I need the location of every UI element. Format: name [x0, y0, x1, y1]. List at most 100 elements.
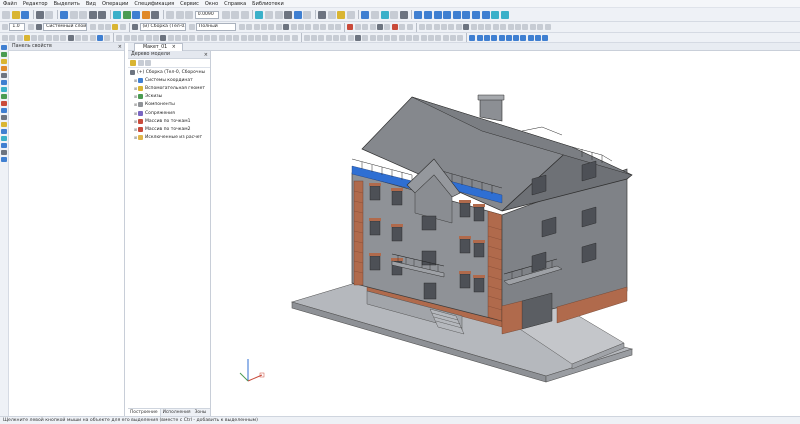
sketch-5-icon[interactable]: [268, 24, 275, 30]
panel-close-icon[interactable]: ×: [118, 43, 122, 51]
sketch-11-icon[interactable]: [312, 24, 319, 30]
assembly-combo[interactable]: (и) Сборка (Тел-0...: [139, 23, 186, 31]
op-33-icon[interactable]: [240, 34, 247, 41]
layer-highlight-icon[interactable]: [112, 24, 119, 30]
op-7-icon[interactable]: [45, 34, 52, 41]
tool-select-icon[interactable]: [1, 87, 7, 92]
dimension-6-icon[interactable]: [384, 24, 391, 30]
op-62-icon[interactable]: [457, 34, 464, 41]
op-2-icon[interactable]: [9, 34, 16, 41]
tool-pipe-icon[interactable]: [1, 136, 7, 141]
sketch-1-icon[interactable]: [238, 24, 245, 30]
op-71-icon[interactable]: [527, 34, 534, 41]
op-42-icon[interactable]: [311, 34, 318, 41]
op-1-icon[interactable]: [2, 34, 8, 41]
dimension-8-icon[interactable]: [399, 24, 406, 30]
tool-spec-icon[interactable]: [1, 94, 7, 99]
zoom-window-icon[interactable]: [185, 10, 194, 19]
op-10-icon[interactable]: [67, 34, 74, 41]
properties-icon[interactable]: [399, 10, 408, 19]
preview-icon[interactable]: [45, 10, 54, 19]
model-viewport[interactable]: [212, 51, 800, 416]
op-12-icon[interactable]: [82, 34, 89, 41]
menu-select[interactable]: Выделить: [54, 1, 80, 7]
menu-libraries[interactable]: Библиотеки: [252, 1, 284, 7]
tree-item[interactable]: ⊞ Вспомогательная геомет: [128, 84, 210, 92]
solid-3-icon[interactable]: [433, 10, 442, 19]
shaded-edges-icon[interactable]: [293, 10, 302, 19]
hidden-lines-icon[interactable]: [274, 10, 283, 19]
tree-root[interactable]: (+) Сборка (Тел-0, Сборочны: [128, 68, 210, 76]
menu-file[interactable]: Файл: [3, 1, 17, 7]
op-46-icon[interactable]: [340, 34, 347, 41]
op-28-icon[interactable]: [204, 34, 211, 41]
layer-manager-icon[interactable]: [90, 24, 97, 30]
op-11-icon[interactable]: [74, 34, 81, 41]
help-icon[interactable]: [151, 10, 160, 19]
dimension-7-icon[interactable]: [391, 24, 398, 30]
cut-icon[interactable]: [59, 10, 68, 19]
tree-item[interactable]: ⊞ Исключенные из расчет: [128, 134, 210, 142]
menu-edit[interactable]: Редактор: [23, 1, 48, 7]
annotation-5-icon[interactable]: [448, 24, 455, 30]
house-3d-model[interactable]: [212, 51, 800, 416]
tool-geometry-icon[interactable]: [1, 45, 7, 50]
op-26-icon[interactable]: [189, 34, 196, 41]
sketch-8-icon[interactable]: [290, 24, 297, 30]
zoom-combo[interactable]: 0.0090: [194, 10, 219, 19]
dimension-9-icon[interactable]: [406, 24, 413, 30]
select-filter-icon[interactable]: [318, 10, 327, 19]
op-51-icon[interactable]: [376, 34, 383, 41]
tool-aux-icon[interactable]: [1, 122, 7, 127]
tool-surface-icon[interactable]: [1, 108, 7, 113]
op-45-icon[interactable]: [333, 34, 340, 41]
op-23-icon[interactable]: [167, 34, 174, 41]
tree-item[interactable]: ⊞ Массив по точкам2: [128, 125, 210, 133]
zoom-in-icon[interactable]: [165, 10, 174, 19]
tree-item[interactable]: ⊞ Массив по точкам1: [128, 117, 210, 125]
annotation-11-icon[interactable]: [492, 24, 499, 30]
panel-close-icon[interactable]: ×: [204, 51, 208, 59]
zoom-out-icon[interactable]: [175, 10, 184, 19]
op-40-icon[interactable]: [291, 34, 298, 41]
copy-icon[interactable]: [69, 10, 78, 19]
op-22-icon[interactable]: [160, 34, 167, 41]
op-3-icon[interactable]: [16, 34, 23, 41]
op-6-icon[interactable]: [38, 34, 45, 41]
op-65-icon[interactable]: [484, 34, 490, 41]
new-document-icon[interactable]: [2, 10, 10, 19]
dimension-1-icon[interactable]: [347, 24, 354, 30]
op-43-icon[interactable]: [318, 34, 325, 41]
annotation-8-icon[interactable]: [470, 24, 477, 30]
op-15-icon[interactable]: [104, 34, 111, 41]
op-38-icon[interactable]: [276, 34, 283, 41]
tool-params-icon[interactable]: [1, 73, 7, 78]
display-style-icon[interactable]: [188, 24, 195, 30]
op-64-icon[interactable]: [476, 34, 483, 41]
rotate-icon[interactable]: [240, 10, 249, 19]
line-style-icon[interactable]: [2, 24, 8, 30]
tool-edit-icon[interactable]: [1, 66, 7, 71]
sketch-3-icon[interactable]: [253, 24, 260, 30]
op-13-icon[interactable]: [89, 34, 96, 41]
solid-9-icon[interactable]: [491, 10, 500, 19]
layer-next-icon[interactable]: [104, 24, 111, 30]
annotation-16-icon[interactable]: [529, 24, 536, 30]
op-66-icon[interactable]: [491, 34, 498, 41]
sketch-13-icon[interactable]: [327, 24, 334, 30]
appearance-icon[interactable]: [380, 10, 389, 19]
op-58-icon[interactable]: [427, 34, 434, 41]
tool-measure-icon[interactable]: [1, 80, 7, 85]
layer-icon[interactable]: [35, 24, 42, 30]
solid-1-icon[interactable]: [414, 10, 423, 19]
tree-item[interactable]: ⊞ Сопряжения: [128, 109, 210, 117]
op-70-icon[interactable]: [520, 34, 527, 41]
op-16-icon[interactable]: [116, 34, 123, 41]
tree-item[interactable]: ⊞ Эскизы: [128, 93, 210, 101]
annotation-12-icon[interactable]: [500, 24, 507, 30]
display-style-combo[interactable]: Полный: [195, 23, 236, 31]
op-20-icon[interactable]: [145, 34, 152, 41]
tree-mode-icon[interactable]: [130, 60, 136, 66]
print-icon[interactable]: [35, 10, 44, 19]
annotation-9-icon[interactable]: [478, 24, 485, 30]
